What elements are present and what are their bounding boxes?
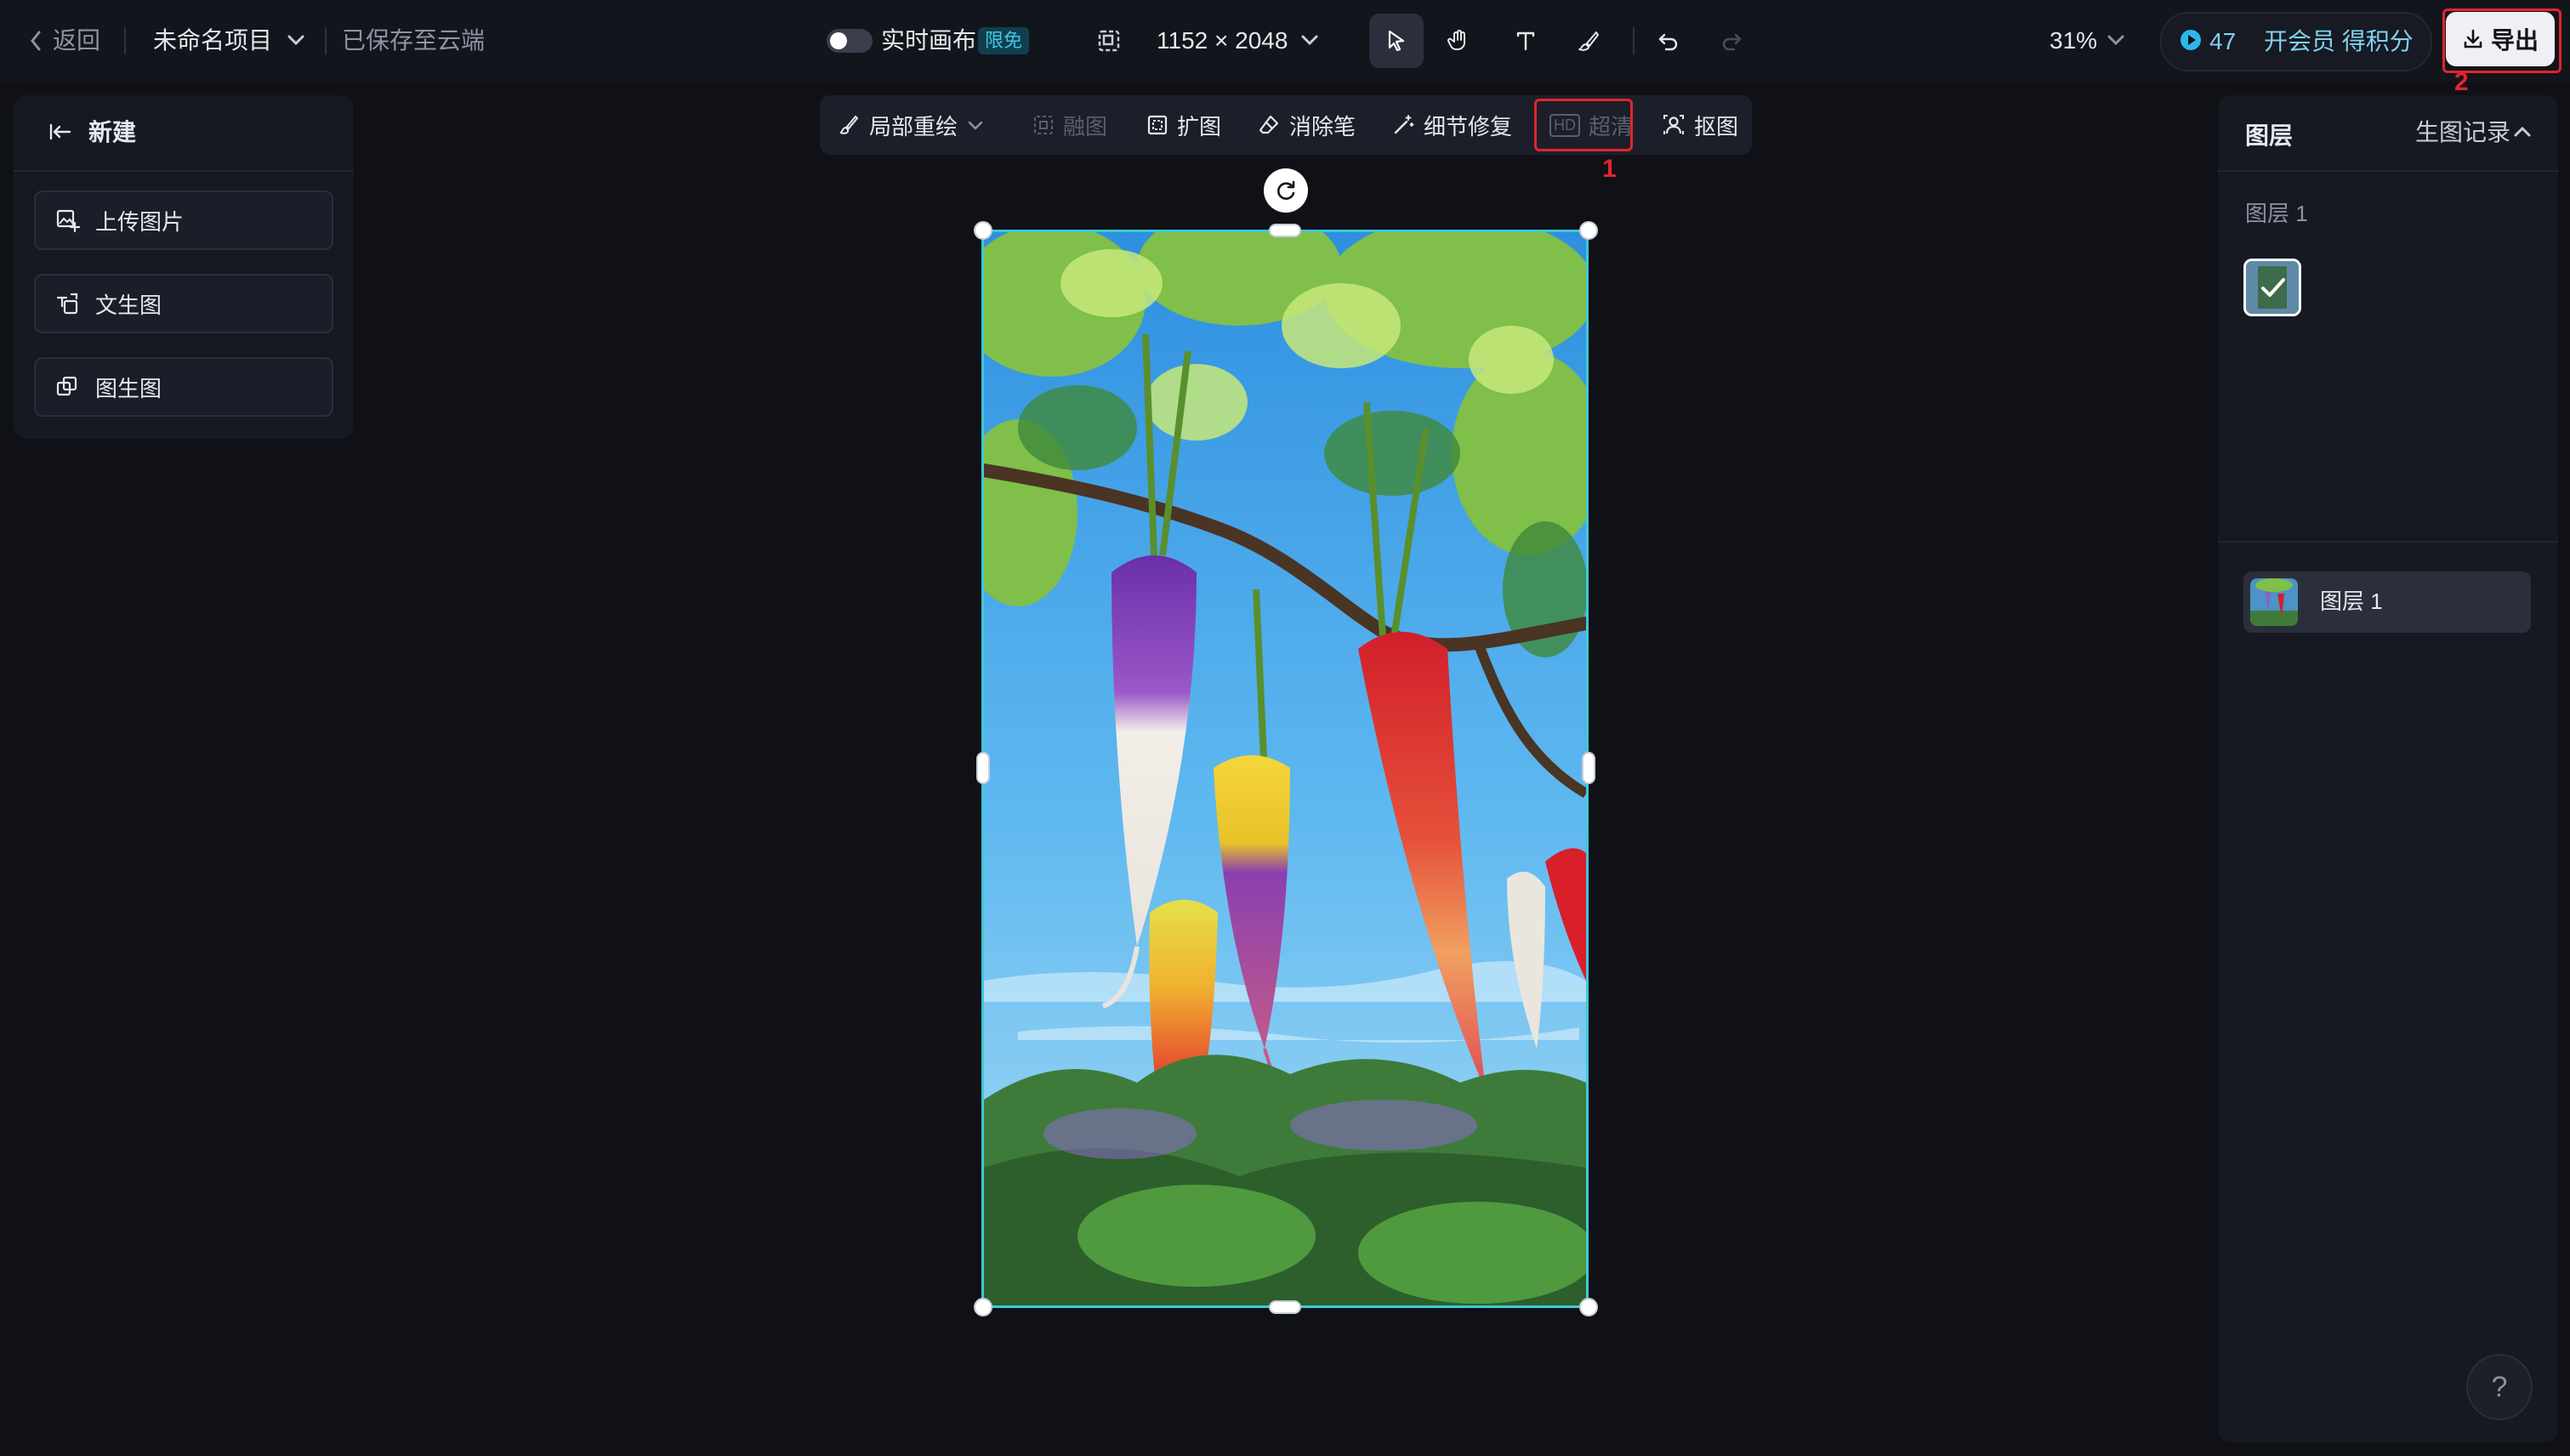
credits-pill[interactable]: 47 开会员 得积分 [2160, 12, 2432, 71]
detail-repair-label: 细节修复 [1424, 113, 1513, 139]
brush-tool-button[interactable] [1561, 14, 1616, 68]
cutout-icon [1662, 113, 1686, 137]
back-button[interactable]: 返回 [53, 29, 100, 53]
help-question-icon: ? [2491, 1370, 2508, 1403]
text-to-image-label: 文生图 [95, 292, 162, 318]
annotation-marker-1: 1 [1602, 155, 1617, 183]
blend-button[interactable]: 融图 [1032, 95, 1107, 155]
annotation-box-1 [1534, 99, 1633, 151]
realtime-toggle[interactable] [827, 29, 873, 53]
detail-repair-button[interactable]: 细节修复 [1391, 95, 1512, 155]
cutout-button[interactable]: 抠图 [1662, 95, 1738, 155]
layers-title: 图层 [2245, 122, 2294, 149]
history-chevron-up-icon[interactable] [2512, 121, 2533, 143]
expand-button[interactable]: 扩图 [1146, 95, 1221, 155]
resize-handle-top-right[interactable] [1579, 221, 1598, 240]
eraser-button[interactable]: 消除笔 [1257, 95, 1356, 155]
toggle-knob [830, 32, 847, 49]
annotation-marker-2: 2 [2454, 68, 2469, 96]
zoom-level[interactable]: 31% [2050, 29, 2097, 53]
save-status: 已保存至云端 [342, 27, 486, 54]
image-to-image-button[interactable]: 图生图 [34, 357, 333, 417]
divider [1633, 27, 1635, 54]
upload-image-label: 上传图片 [95, 208, 185, 235]
text-tool-button[interactable] [1498, 14, 1553, 68]
resize-handle-top[interactable] [1269, 224, 1301, 237]
divider [2218, 541, 2558, 543]
project-name[interactable]: 未命名项目 [153, 29, 272, 53]
cutout-label: 抠图 [1694, 113, 1739, 139]
hand-icon [1447, 28, 1472, 54]
undo-icon [1656, 28, 1681, 54]
back-chevron-icon[interactable] [29, 29, 43, 53]
divider [325, 27, 327, 54]
radish-illustration [984, 232, 1586, 1305]
free-badge: 限免 [978, 27, 1030, 54]
text-to-image-button[interactable]: 文生图 [34, 274, 333, 333]
rotate-icon [1273, 178, 1299, 203]
credits-count: 47 [2209, 28, 2237, 54]
layer-group-label: 图层 1 [2245, 201, 2308, 226]
text-t-icon [1513, 28, 1538, 54]
undo-button[interactable] [1641, 14, 1696, 68]
inpaint-chevron-down-icon [966, 116, 985, 134]
canvas-artboard[interactable] [981, 230, 1589, 1308]
zoom-chevron-down-icon[interactable] [2106, 29, 2126, 51]
redo-icon [1719, 28, 1744, 54]
eraser-label: 消除笔 [1289, 113, 1356, 139]
layer-row-label: 图层 1 [2320, 589, 2383, 614]
canvas-size-chevron-down-icon[interactable] [1299, 29, 1320, 51]
resize-handle-left[interactable] [976, 752, 990, 784]
divider [124, 27, 126, 54]
layer-row[interactable]: 图层 1 [2243, 572, 2531, 633]
inpaint-button[interactable]: 局部重绘 [837, 95, 985, 155]
layer-thumbnail-selected[interactable] [2243, 259, 2301, 316]
inpaint-brush-icon [837, 113, 861, 137]
expand-icon [1146, 114, 1168, 136]
magic-wand-icon [1391, 113, 1415, 137]
inpaint-label: 局部重绘 [869, 113, 958, 139]
realtime-label: 实时画布 [881, 27, 977, 54]
resize-handle-top-left[interactable] [974, 221, 992, 240]
new-back-arrow-icon[interactable] [48, 119, 73, 145]
blend-icon [1032, 114, 1055, 136]
paintbrush-icon [1576, 28, 1601, 54]
history-link[interactable]: 生图记录 [2415, 121, 2510, 145]
help-button[interactable]: ? [2466, 1354, 2533, 1420]
divider [2218, 170, 2558, 172]
vip-link[interactable]: 开会员 得积分 [2264, 30, 2414, 54]
resize-handle-bottom[interactable] [1269, 1300, 1301, 1314]
resize-handle-bottom-right[interactable] [1579, 1298, 1598, 1317]
layer-row-thumbnail [2250, 578, 2298, 626]
divider [14, 170, 354, 172]
image-to-image-label: 图生图 [95, 375, 162, 401]
annotation-box-2 [2442, 9, 2561, 73]
upload-image-icon [54, 208, 80, 233]
select-tool-button[interactable] [1369, 14, 1424, 68]
redo-button[interactable] [1704, 14, 1759, 68]
credit-coin-icon [2181, 30, 2201, 50]
eraser-icon [1257, 113, 1281, 137]
blend-label: 融图 [1063, 113, 1108, 139]
resize-handle-bottom-left[interactable] [974, 1298, 992, 1317]
resize-handle-right[interactable] [1582, 752, 1595, 784]
cursor-arrow-icon [1384, 28, 1409, 54]
canvas-size[interactable]: 1152 × 2048 [1157, 29, 1288, 53]
project-chevron-down-icon[interactable] [286, 29, 306, 51]
expand-label: 扩图 [1177, 113, 1222, 139]
rotate-button[interactable] [1264, 168, 1308, 213]
hand-tool-button[interactable] [1432, 14, 1487, 68]
image-to-image-icon [54, 374, 80, 400]
text-to-image-icon [54, 291, 80, 316]
new-label[interactable]: 新建 [88, 121, 136, 145]
upload-image-button[interactable]: 上传图片 [34, 191, 333, 250]
canvas-size-icon[interactable] [1095, 27, 1123, 54]
